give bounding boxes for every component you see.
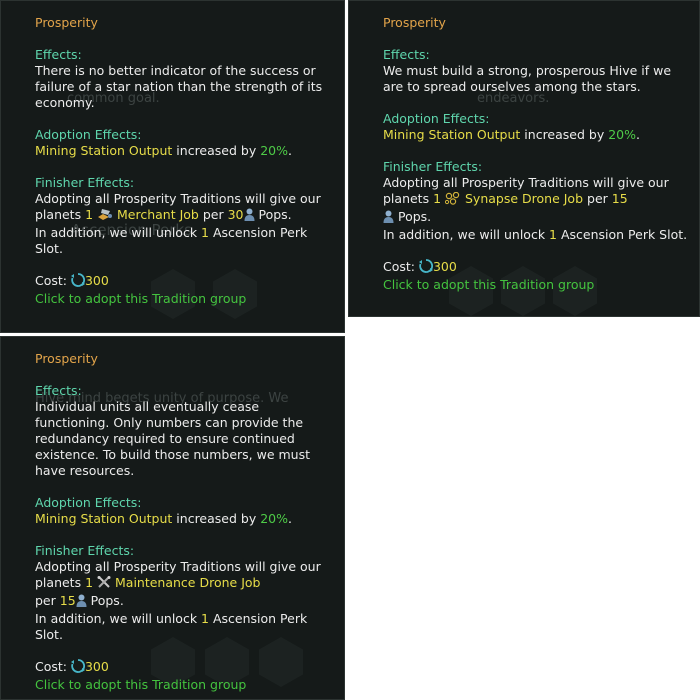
cost-line: Cost: 300 <box>35 273 336 291</box>
pops-text: Pops. <box>86 593 124 608</box>
adoption-heading: Adoption Effects: <box>35 127 142 142</box>
adoption-target: Mining Station Output <box>35 143 173 158</box>
adoption-mid-text: increased by <box>520 127 609 142</box>
tooltip-content: Prosperity Effects: We must build a stro… <box>383 15 691 293</box>
cost-value: 300 <box>84 273 109 288</box>
synapse-drone-icon <box>444 191 461 209</box>
job-count: 1 <box>85 575 94 590</box>
adoption-effect: Mining Station Output increased by 20%. <box>35 143 336 159</box>
job-count: 1 <box>433 191 442 206</box>
cost-value: 300 <box>84 659 109 674</box>
finisher-heading: Finisher Effects: <box>35 543 135 558</box>
pops-text: Pops. <box>254 207 292 222</box>
unity-icon <box>418 259 434 277</box>
adopt-tradition-link[interactable]: Click to adopt this Tradition group <box>35 291 336 307</box>
pop-icon <box>244 208 255 225</box>
adoption-value: 20% <box>260 511 288 526</box>
per-text: per <box>198 207 228 222</box>
adoption-value: 20% <box>260 143 288 158</box>
pop-count: 15 <box>59 593 76 608</box>
adoption-target: Mining Station Output <box>35 511 173 526</box>
effects-heading: Effects: <box>383 47 430 62</box>
cost-value: 300 <box>432 259 457 274</box>
unity-icon <box>70 659 86 677</box>
cost-label: Cost: <box>383 259 419 274</box>
unlock-effect: In addition, we will unlock 1 Ascension … <box>35 225 336 257</box>
adoption-heading: Adoption Effects: <box>383 111 490 126</box>
adoption-effect: Mining Station Output increased by 20%. <box>35 511 336 527</box>
job-name: Maintenance Drone Job <box>115 575 261 590</box>
unlock-effect: In addition, we will unlock 1 Ascension … <box>35 611 336 643</box>
finisher-heading: Finisher Effects: <box>35 175 135 190</box>
adopt-tradition-link[interactable]: Click to adopt this Tradition group <box>35 677 336 693</box>
tooltip-panel-prosperity-3: Hive mind begets unity of purpose. We Pr… <box>0 336 345 700</box>
tradition-title: Prosperity <box>383 15 446 30</box>
unlock-effect: In addition, we will unlock 1 Ascension … <box>383 227 691 243</box>
unlock-pre-text: In addition, we will unlock <box>383 227 550 242</box>
effects-text: Individual units all eventually cease fu… <box>35 399 311 478</box>
finisher-effect: Adopting all Prosperity Traditions will … <box>35 559 336 611</box>
cost-line: Cost: 300 <box>383 259 691 277</box>
adoption-end-text: . <box>288 511 292 526</box>
effects-text: We must build a strong, prosperous Hive … <box>383 63 672 94</box>
effects-text: There is no better indicator of the succ… <box>35 63 323 110</box>
adopt-tradition-link[interactable]: Click to adopt this Tradition group <box>383 277 691 293</box>
unlock-count: 1 <box>549 227 557 242</box>
effects-heading: Effects: <box>35 47 82 62</box>
adoption-target: Mining Station Output <box>383 127 521 142</box>
cost-line: Cost: 300 <box>35 659 336 677</box>
cost-label: Cost: <box>35 273 71 288</box>
tradition-title: Prosperity <box>35 351 98 366</box>
cost-label: Cost: <box>35 659 71 674</box>
adoption-mid-text: increased by <box>172 511 261 526</box>
job-name: Synapse Drone Job <box>465 191 584 206</box>
adoption-effect: Mining Station Output increased by 20%. <box>383 127 691 143</box>
job-name: Merchant Job <box>117 207 199 222</box>
effects-heading: Effects: <box>35 383 82 398</box>
pops-text: Pops. <box>394 209 432 224</box>
finisher-heading: Finisher Effects: <box>383 159 483 174</box>
maintenance-drone-icon <box>97 576 111 593</box>
per-text: per <box>583 191 612 206</box>
finisher-effect: Adopting all Prosperity Traditions will … <box>35 191 336 225</box>
pop-icon <box>76 594 87 611</box>
per-text: per <box>35 593 60 608</box>
pop-count: 30 <box>227 207 244 222</box>
adoption-end-text: . <box>288 143 292 158</box>
unlock-count: 1 <box>201 611 209 626</box>
adoption-heading: Adoption Effects: <box>35 495 142 510</box>
adoption-value: 20% <box>608 127 636 142</box>
unlock-pre-text: In addition, we will unlock <box>35 225 202 240</box>
tradition-title: Prosperity <box>35 15 98 30</box>
job-count: 1 <box>85 207 94 222</box>
tooltip-content: Prosperity Effects: There is no better i… <box>35 15 336 307</box>
pop-icon <box>383 210 394 227</box>
tooltip-panel-prosperity-1: common goal. Ascension Perks Prosperity … <box>0 0 345 333</box>
unlock-post-text: Ascension Perk Slot. <box>556 227 688 242</box>
unity-icon <box>70 273 86 291</box>
merchant-icon <box>97 208 113 225</box>
tooltip-panel-prosperity-2: endeavors. Prosperity Effects: We must b… <box>348 0 700 317</box>
adoption-mid-text: increased by <box>172 143 261 158</box>
adoption-end-text: . <box>636 127 640 142</box>
pop-count: 15 <box>611 191 628 206</box>
unlock-count: 1 <box>201 225 209 240</box>
tooltip-content: Prosperity Effects: Individual units all… <box>35 351 336 693</box>
unlock-pre-text: In addition, we will unlock <box>35 611 202 626</box>
finisher-effect: Adopting all Prosperity Traditions will … <box>383 175 691 227</box>
